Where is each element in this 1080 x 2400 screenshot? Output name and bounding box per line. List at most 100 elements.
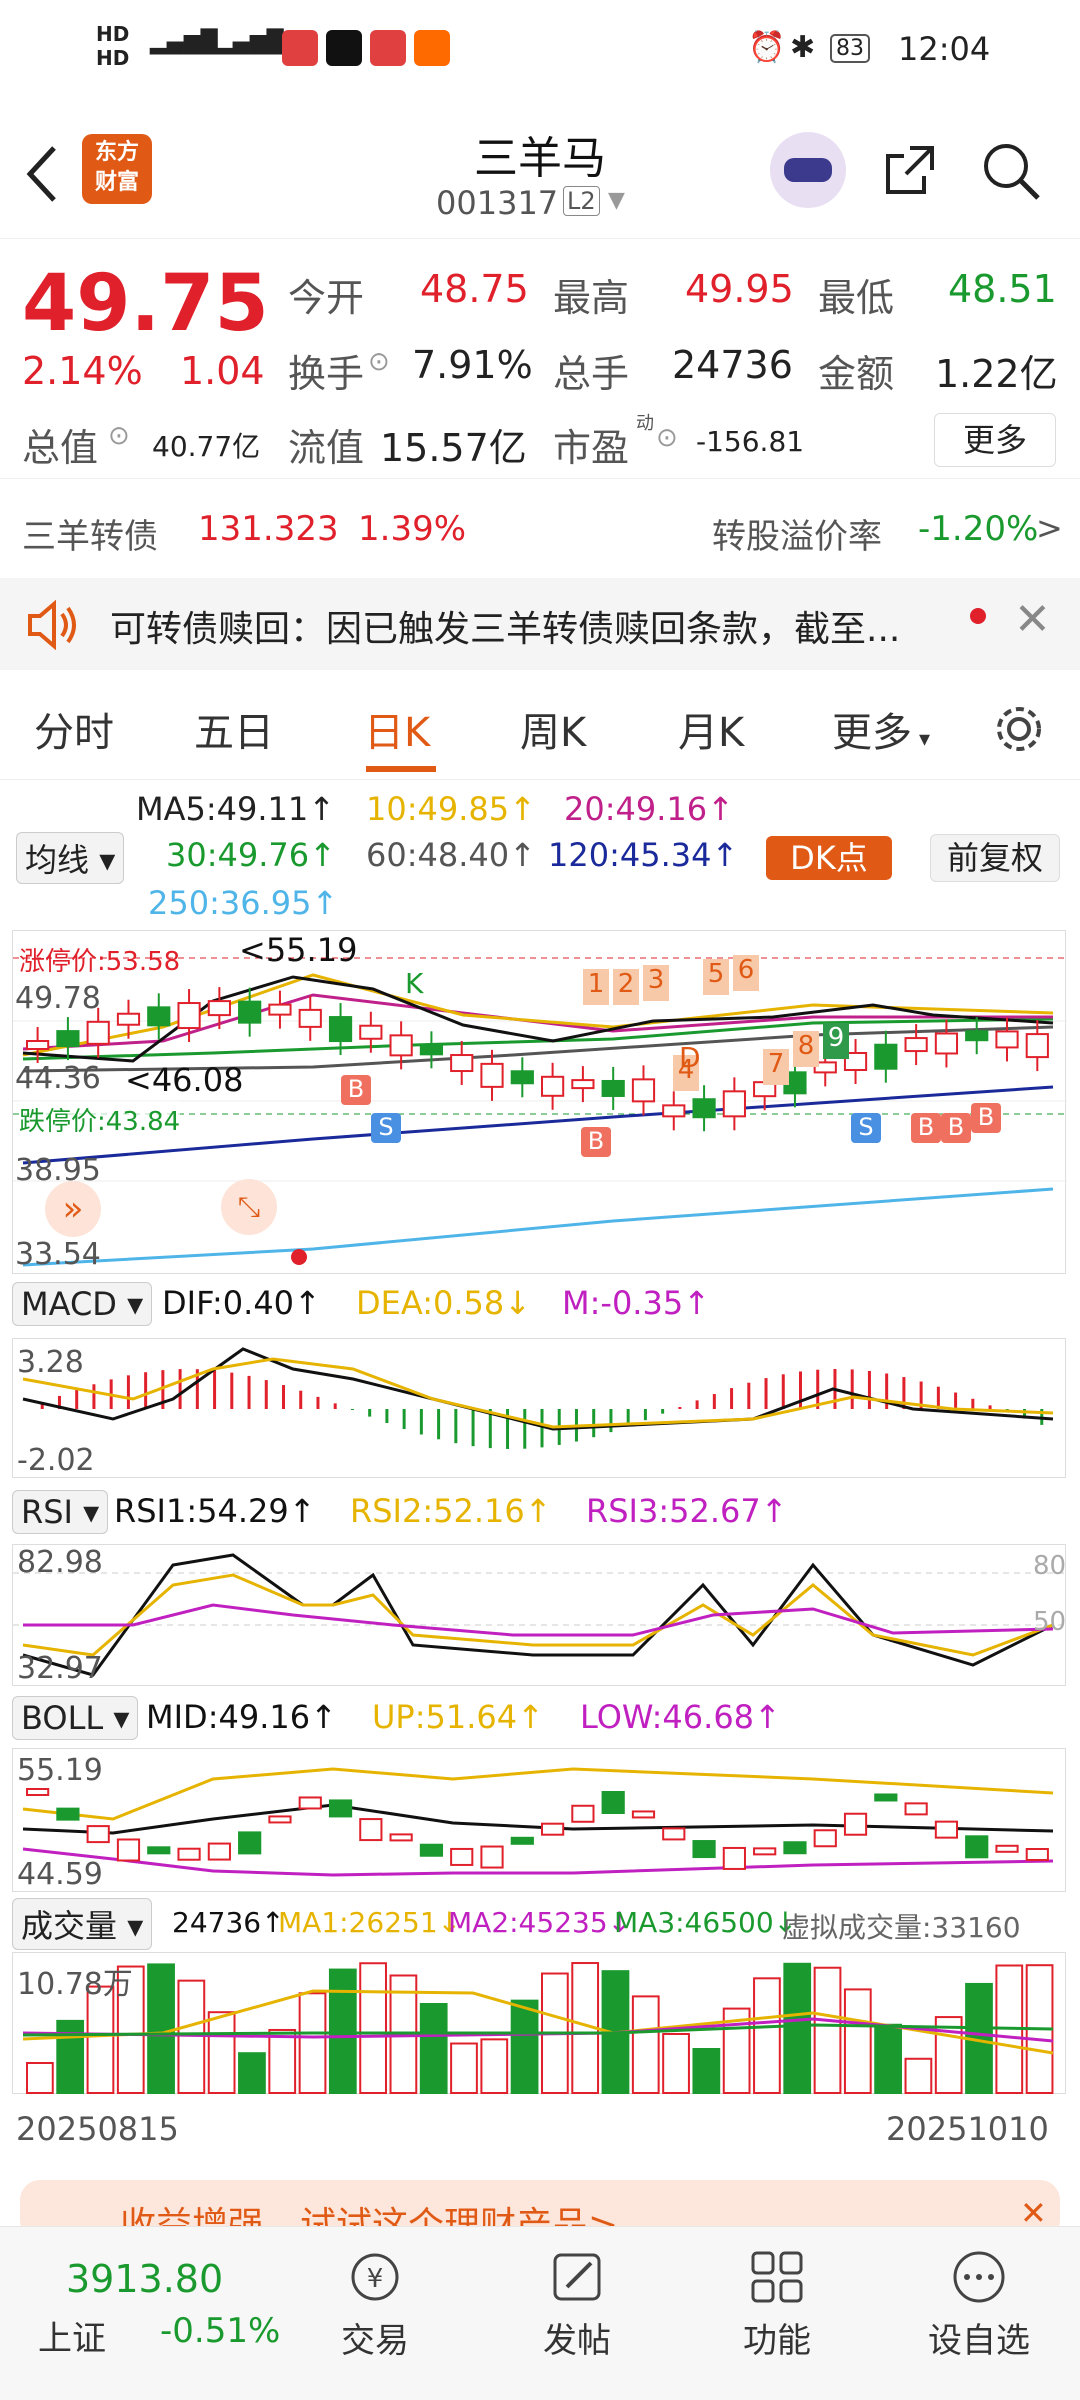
kline-chart[interactable]: 涨停价:53.58 跌停价:43.84 49.78 44.36 38.95 33… [12,930,1067,1274]
boll-chart[interactable]: 55.19 44.59 [12,1748,1066,1892]
boll-selector[interactable]: BOLL ▾ [12,1696,139,1740]
robot-assistant-icon[interactable] [770,132,846,208]
pe-value: -156.81 [696,425,805,458]
high-label: 最高 [553,276,630,320]
macd-legend: MACD ▾ DIF:0.40↑ DEA:0.58↓ M:-0.35↑ [0,1280,1080,1330]
chevron-down-icon[interactable]: ▼ [608,188,625,213]
tab-weekly-k[interactable]: 周K [520,700,586,758]
volume-bar [26,2062,54,2094]
boll-mid: MID:49.16↑ [146,1698,337,1736]
boll-candle [480,1845,504,1869]
adjust-button[interactable]: 前复权 [930,834,1060,882]
convertible-bond-row[interactable]: 三羊转债 131.323 1.39% 转股溢价率 -1.20% > [0,478,1080,578]
buy-marker[interactable]: B [581,1127,611,1157]
volume-bar [56,2019,85,2094]
close-icon[interactable]: ✕ [1014,594,1051,645]
candle-body [238,1000,262,1024]
back-icon[interactable] [22,144,62,204]
boll-candle [177,1847,201,1861]
signal-7[interactable]: 7 [763,1049,789,1085]
app-notification-icon-2 [370,30,406,66]
expand-left-icon[interactable]: » [45,1181,101,1237]
boll-selector-label: BOLL [21,1699,104,1737]
svg-text:¥: ¥ [367,2264,384,2294]
signal-9[interactable]: 9 [823,1023,849,1059]
index-name[interactable]: 上证 [38,2311,106,2360]
signal-1[interactable]: 1 [583,969,609,1005]
signal-5[interactable]: 5 [703,959,729,995]
rsi-selector[interactable]: RSI ▾ [12,1490,109,1534]
info-icon[interactable]: ⊙ [656,423,678,453]
macd-m: M:-0.35↑ [562,1284,710,1322]
volume-bar [238,2052,266,2094]
notice-bar[interactable]: 可转债赎回：因已触发三羊转债赎回条款，截至... ✕ [0,578,1080,670]
boll-candle [328,1799,353,1818]
tab-intraday[interactable]: 分时 [34,700,114,758]
sell-marker[interactable]: S [371,1113,401,1143]
vol-ma2: MA2:45235↓ [448,1906,632,1939]
pe-label: 市盈 [553,426,630,470]
search-icon[interactable] [980,140,1042,202]
volume-bar [510,1999,539,2095]
macd-chart[interactable]: 3.28 -2.02 [12,1338,1066,1478]
buy-marker[interactable]: B [941,1113,971,1143]
high-value: 49.95 [685,267,794,311]
buy-marker[interactable]: B [911,1113,941,1143]
low-label: 最低 [818,276,895,320]
rsi-y-bottom: 32.97 [17,1651,103,1686]
volume-bar [783,1962,812,2095]
rsi-selector-label: RSI [21,1493,73,1531]
rsi-chart[interactable]: 82.98 32.97 80 50 [12,1544,1067,1686]
boll-candle [1025,1847,1049,1861]
more-button[interactable]: 更多 [934,413,1056,467]
fullscreen-icon[interactable]: ⤡ [221,1179,277,1235]
k-marker: K [405,967,424,1000]
buy-marker[interactable]: B [971,1103,1001,1133]
candle-body [147,1006,171,1027]
eastmoney-logo[interactable]: 东方 财富 [82,134,152,204]
index-pct[interactable]: -0.51% [160,2311,280,2351]
level2-badge[interactable]: L2 [563,186,600,216]
macd-selector[interactable]: MACD ▾ [12,1282,153,1326]
ma250-label: 250:36.95↑ [148,884,339,922]
volume-chart[interactable]: 10.78万 [12,1952,1066,2095]
macd-y-top: 3.28 [17,1345,84,1380]
candle-body [359,1024,383,1040]
signal-3[interactable]: 3 [643,965,669,1001]
settings-gear-icon[interactable] [992,702,1046,756]
info-icon[interactable]: ⊙ [108,421,130,451]
taobao-icon [414,30,450,66]
share-icon[interactable] [880,140,940,200]
tab-more[interactable]: 更多 ▾ [832,700,930,758]
nav-trade[interactable]: ¥ 交易 [300,2227,450,2362]
macd-dif: DIF:0.40↑ [162,1284,321,1322]
index-value[interactable]: 3913.80 [66,2257,223,2301]
rsi-svg [13,1553,1067,1677]
vol-y-top: 10.78万 [17,1967,133,2002]
ma-selector[interactable]: 均线 ▾ [16,832,125,884]
tab-monthly-k[interactable]: 月K [678,700,744,758]
open-label: 今开 [288,276,365,320]
boll-candle [207,1842,231,1861]
signal-2[interactable]: 2 [613,969,639,1005]
dk-point-button[interactable]: DK点 [766,836,892,880]
active-tab-indicator [366,766,436,772]
tab-daily-k[interactable]: 日K [364,700,430,758]
boll-candle [843,1812,868,1836]
buy-marker[interactable]: B [341,1075,371,1105]
boll-y-top: 55.19 [17,1753,103,1788]
sell-marker[interactable]: S [851,1113,881,1143]
tab-five-day[interactable]: 五日 [194,700,274,758]
info-icon[interactable]: ⊙ [368,347,390,377]
candle-body [419,1044,444,1056]
volume-selector[interactable]: 成交量 ▾ [12,1898,153,1950]
candle-body [995,1030,1019,1049]
signal-6[interactable]: 6 [733,955,759,991]
trade-yen-icon: ¥ [351,2253,399,2301]
boll-candle [753,1847,777,1856]
nav-functions[interactable]: 功能 [702,2227,852,2362]
nav-post[interactable]: 发帖 [502,2227,652,2362]
nav-watchlist[interactable]: 设自选 [904,2227,1054,2362]
quote-panel: 49.75 2.14% 1.04 今开 48.75 最高 49.95 最低 48… [0,238,1080,478]
signal-8[interactable]: 8 [793,1031,819,1067]
